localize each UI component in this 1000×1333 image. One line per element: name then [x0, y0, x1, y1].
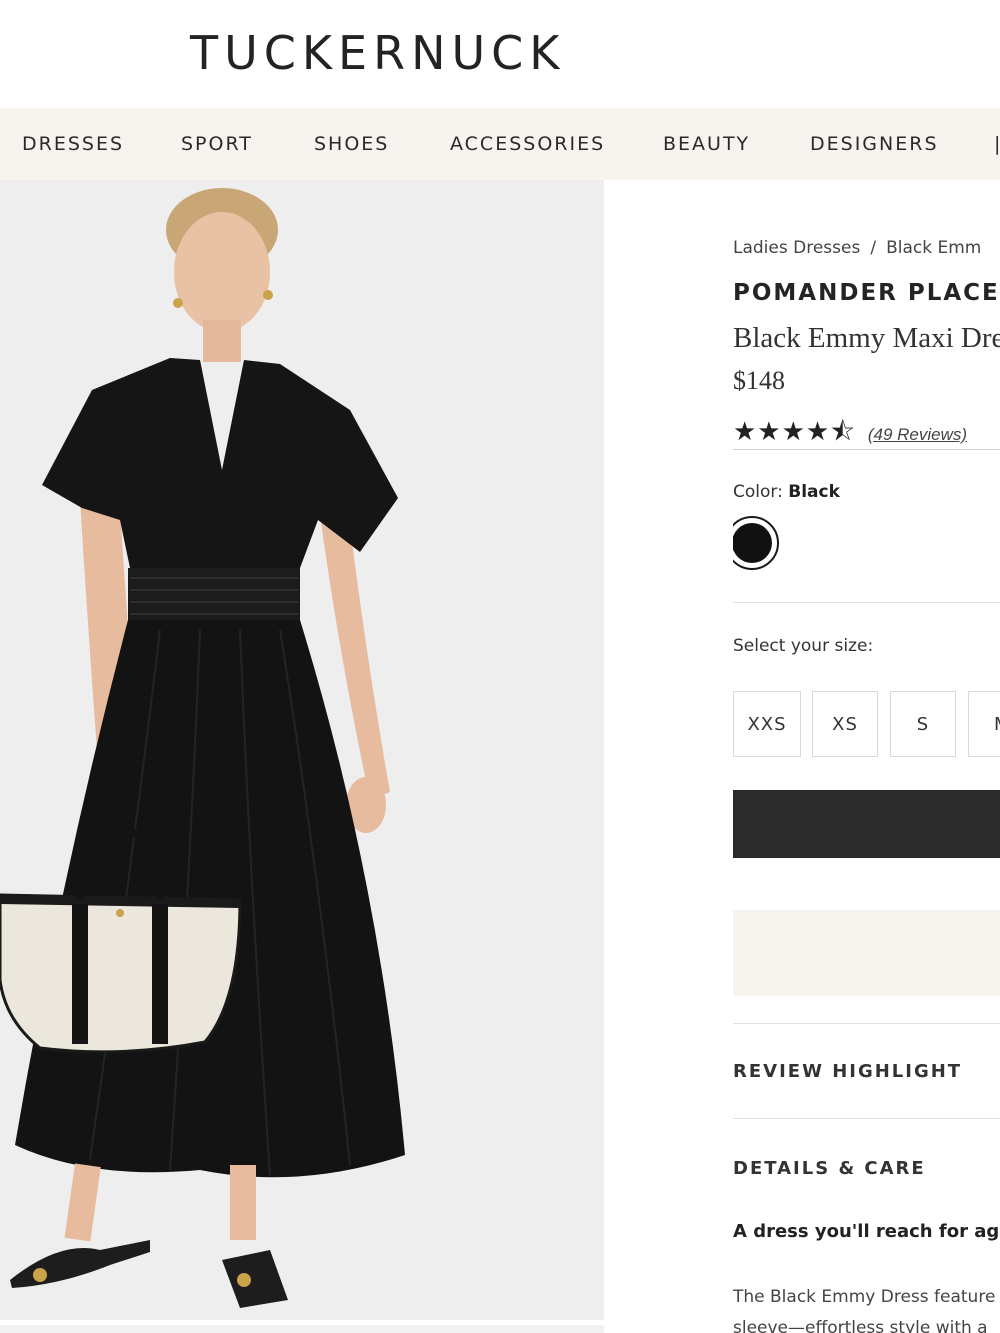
size-label: Select your size: — [733, 636, 874, 656]
product-brand[interactable]: POMANDER PLACE — [733, 280, 1000, 306]
color-label: Color: Black — [733, 482, 840, 502]
star-rating-icon: ★★★★⯪ — [733, 416, 856, 446]
nav-item-designers[interactable]: DESIGNERS — [810, 133, 939, 155]
details-care-toggle[interactable]: DETAILS & CARE — [733, 1158, 926, 1179]
size-option-s[interactable]: S — [890, 691, 956, 757]
nav-item-dresses[interactable]: DRESSES — [22, 133, 124, 155]
model-photo — [0, 180, 604, 1320]
nav-item-beauty[interactable]: BEAUTY — [663, 133, 750, 155]
nav-item-accessories[interactable]: ACCESSORIES — [450, 133, 605, 155]
image-divider — [0, 1325, 604, 1333]
add-to-bag-button[interactable] — [733, 790, 1000, 858]
breadcrumb: Ladies Dresses / Black Emm — [733, 238, 981, 258]
description-line: sleeve—effortless style with a — [733, 1318, 988, 1333]
site-logo[interactable]: TUCKERNUCK — [190, 26, 565, 80]
rating-divider — [733, 449, 1000, 450]
nav-item-sport[interactable]: SPORT — [181, 133, 253, 155]
description-tagline: A dress you'll reach for agai — [733, 1221, 1000, 1242]
site-header: TUCKERNUCK — [0, 0, 1000, 108]
size-option-xs[interactable]: XS — [812, 691, 878, 757]
description-line: The Black Emmy Dress feature — [733, 1287, 996, 1307]
nav-item-shoes[interactable]: SHOES — [314, 133, 389, 155]
divider — [733, 1118, 1000, 1119]
secondary-action-button[interactable] — [733, 910, 1000, 996]
product-rating[interactable]: ★★★★⯪ (49 Reviews) — [733, 416, 967, 450]
color-label-text: Color: — [733, 482, 783, 502]
swatch-dot — [733, 523, 772, 563]
product-info-panel: Ladies Dresses / Black Emm POMANDER PLACE … — [733, 180, 1000, 1333]
product-title: Black Emmy Maxi Dre — [733, 322, 1000, 354]
reviews-link[interactable]: (49 Reviews) — [868, 425, 967, 445]
breadcrumb-separator: / — [870, 238, 877, 258]
product-image[interactable] — [0, 180, 604, 1320]
main-nav: DRESSES SPORT SHOES ACCESSORIES BEAUTY D… — [0, 108, 1000, 180]
description-text: The Black Emmy Dress feature sleeve—effo… — [733, 1282, 1000, 1333]
breadcrumb-current[interactable]: Black Emm — [886, 238, 981, 258]
size-option-m[interactable]: M — [968, 691, 1000, 757]
product-price: $148 — [733, 366, 785, 395]
divider — [733, 1023, 1000, 1024]
color-swatch-black[interactable] — [733, 516, 779, 570]
divider — [733, 602, 1000, 603]
breadcrumb-ladies-dresses[interactable]: Ladies Dresses — [733, 238, 860, 258]
nav-item-overflow[interactable]: | — [994, 133, 1000, 155]
size-option-xxs[interactable]: XXS — [733, 691, 801, 757]
color-value: Black — [788, 482, 840, 502]
review-highlight-toggle[interactable]: REVIEW HIGHLIGHT — [733, 1061, 962, 1082]
